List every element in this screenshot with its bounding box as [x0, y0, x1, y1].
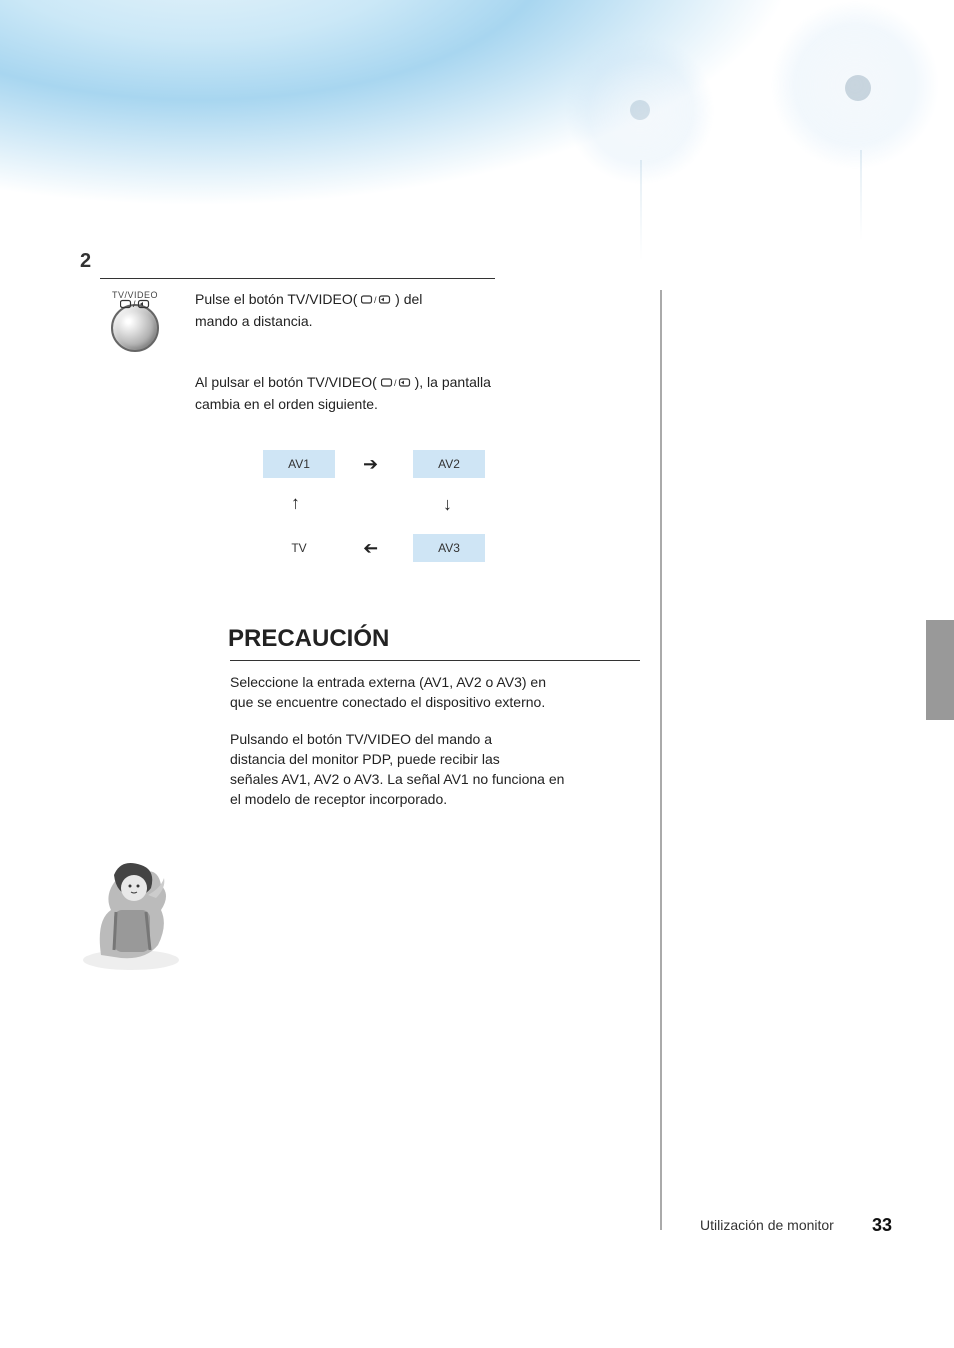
tv-video-button-illustration: TV/VIDEO / — [100, 290, 170, 365]
section-tab — [926, 620, 954, 720]
arrow-right-icon: ➔ — [363, 454, 378, 475]
input-cycle-diagram: AV1 ➔ AV2 ↓ AV3 ➔ TV ↓ — [245, 450, 505, 590]
arrow-up-icon: ↓ — [291, 494, 300, 515]
svg-text:/: / — [394, 378, 397, 388]
dandelion-decor-2 — [760, 0, 954, 230]
divider — [100, 278, 495, 279]
step-line1-suffix: ) del — [395, 291, 422, 307]
thinking-person-illustration — [66, 840, 196, 970]
tv-video-icon: / — [120, 299, 150, 309]
step-line4: cambia en el orden siguiente. — [195, 395, 505, 415]
step-line3-suffix: ), la pantalla — [415, 374, 491, 390]
page-number: 33 — [872, 1215, 892, 1236]
step-line1-prefix: Pulse el botón TV/VIDEO( — [195, 291, 361, 307]
caution-p2a: Pulsando el botón TV/VIDEO del mando a — [230, 731, 492, 747]
arrow-left-icon: ➔ — [363, 538, 378, 559]
svg-text:/: / — [133, 299, 136, 309]
dandelion-decor-1 — [550, 20, 750, 220]
vertical-divider — [660, 290, 662, 1230]
caution-heading: PRECAUCIÓN — [228, 625, 389, 653]
step-instruction: Pulse el botón TV/VIDEO( / ) del mando a… — [195, 290, 505, 416]
arrow-down-icon: ↓ — [443, 494, 452, 515]
footer-label: Utilización de monitor — [700, 1217, 834, 1233]
caution-p2c: señales AV1, AV2 o AV3. La señal AV1 no … — [230, 771, 564, 807]
cycle-box-av3: AV3 — [413, 534, 485, 562]
tv-video-icon: / — [381, 377, 411, 389]
cycle-box-tv: TV — [263, 534, 335, 562]
caution-p2b: distancia del monitor PDP, puede recibir… — [230, 751, 500, 767]
step-line2: mando a distancia. — [195, 312, 505, 332]
tv-video-icon: / — [361, 294, 391, 306]
round-button-icon — [111, 304, 159, 352]
step-line3-prefix: Al pulsar el botón TV/VIDEO( — [195, 374, 377, 390]
caution-p1: Seleccione la entrada externa (AV1, AV2 … — [230, 672, 570, 713]
cycle-box-av2: AV2 — [413, 450, 485, 478]
cycle-box-av1: AV1 — [263, 450, 335, 478]
caution-body: Seleccione la entrada externa (AV1, AV2 … — [230, 672, 570, 826]
svg-text:/: / — [374, 295, 377, 305]
divider — [230, 660, 640, 661]
section-number: 2 — [80, 250, 91, 273]
